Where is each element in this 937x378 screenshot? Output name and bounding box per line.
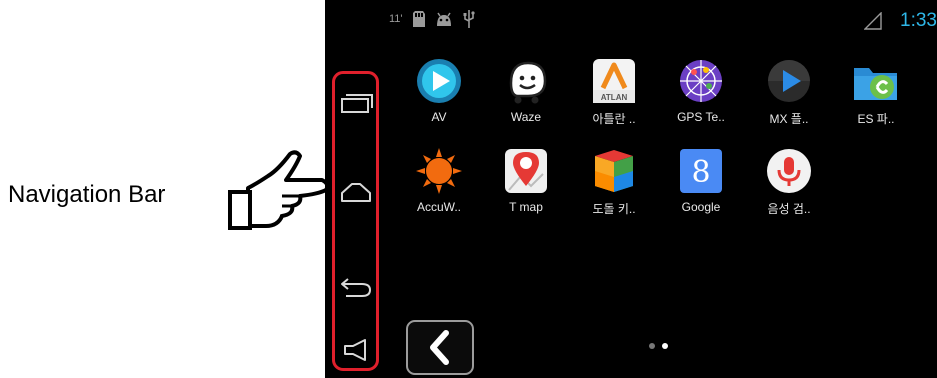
navigation-bar	[332, 71, 379, 371]
app-tmap[interactable]: T map	[480, 146, 572, 214]
navigation-bar-caption: Navigation Bar	[8, 181, 166, 208]
mx-player-icon	[768, 60, 810, 102]
dodol-keyboard-icon	[595, 150, 633, 192]
volume-button[interactable]	[335, 330, 376, 370]
accuweather-icon	[416, 148, 462, 194]
svg-text:8: 8	[691, 155, 710, 190]
clock: 1:33	[900, 10, 937, 31]
speaker-icon	[343, 339, 366, 361]
waze-icon	[509, 61, 547, 104]
back-key-button[interactable]	[406, 320, 474, 375]
app-dodol-keyboard[interactable]: 도돌 키..	[568, 146, 660, 217]
voice-search-icon	[767, 149, 811, 193]
app-voice-search[interactable]: 음성 검..	[743, 146, 835, 217]
app-accuweather[interactable]: AccuW..	[393, 146, 485, 214]
app-gps-test[interactable]: GPS Te..	[655, 56, 747, 124]
chevron-left-icon	[430, 330, 449, 365]
app-es-file[interactable]: ES 파..	[830, 56, 922, 127]
app-av[interactable]: AV	[393, 56, 485, 124]
svg-text:ATLAN: ATLAN	[601, 93, 628, 102]
atlan-icon: ATLAN	[593, 59, 635, 103]
app-mx-player[interactable]: MX 플..	[743, 56, 835, 127]
app-google[interactable]: 8 Google	[655, 146, 747, 214]
av-player-icon	[417, 59, 461, 103]
google-search-icon: 8	[680, 149, 722, 193]
es-file-icon	[854, 68, 897, 100]
status-notification-text: 11'	[389, 13, 403, 25]
page-indicator	[649, 343, 668, 349]
recent-apps-button[interactable]	[335, 82, 376, 122]
back-arrow-icon	[340, 278, 371, 297]
android-debug-icon	[436, 12, 451, 26]
usb-icon	[463, 10, 475, 28]
home-icon	[340, 183, 371, 202]
pointing-hand-icon	[228, 150, 330, 230]
device-screen: 11' 1:33 AV Waze ATLAN 아틀란 .. GPS Te.. M…	[325, 0, 937, 378]
back-button[interactable]	[335, 267, 376, 307]
sd-card-icon	[412, 11, 425, 27]
signal-icon	[864, 12, 882, 30]
status-bar: 11' 1:33	[325, 0, 937, 44]
recent-apps-icon	[340, 94, 373, 113]
app-waze[interactable]: Waze	[480, 56, 572, 124]
page-dot[interactable]	[649, 343, 655, 349]
app-atlan[interactable]: ATLAN 아틀란 ..	[568, 56, 660, 127]
tmap-icon	[505, 149, 547, 193]
gps-test-icon	[680, 60, 722, 102]
page-dot-active[interactable]	[662, 343, 668, 349]
home-button[interactable]	[335, 172, 376, 212]
